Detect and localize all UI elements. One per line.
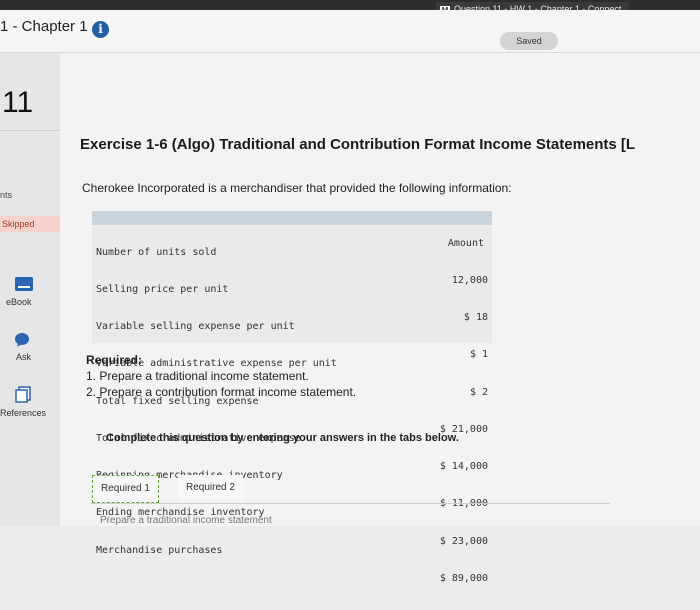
assignment-header: 1 - Chapter 1 i Saved <box>0 10 700 53</box>
references-icon[interactable] <box>14 385 32 408</box>
table-row-amount: $ 18 <box>463 312 488 324</box>
sidebar-item-ask[interactable]: Ask <box>16 352 31 362</box>
exercise-intro: Cherokee Incorporated is a merchandiser … <box>82 181 512 195</box>
table-row-label: Merchandise purchases <box>96 544 223 556</box>
table-row-amount: $ 2 <box>469 386 488 398</box>
table-row-amount: $ 23,000 <box>439 535 488 547</box>
given-data-table: Number of units sold Selling price per u… <box>92 211 492 584</box>
table-row-amount: $ 14,000 <box>439 461 488 473</box>
required-item: 1. Prepare a traditional income statemen… <box>86 369 309 383</box>
complete-instruction: Complete this question by entering your … <box>106 432 459 444</box>
skipped-status-badge: Skipped <box>0 216 60 232</box>
required-heading: Required: <box>86 353 143 367</box>
table-row-label: Selling price per unit <box>96 284 229 296</box>
sidebar-item-ebook[interactable]: eBook <box>6 297 32 307</box>
row-labels-column: Number of units sold Selling price per u… <box>96 222 337 582</box>
tab-content-preview: Prepare a traditional income statement <box>100 515 272 526</box>
tab-strip-divider <box>90 503 610 504</box>
table-row-label: Number of units sold <box>96 246 217 258</box>
info-icon[interactable]: i <box>92 21 109 38</box>
tab-required-1[interactable]: Required 1 <box>92 475 159 503</box>
required-section: Required: 1. Prepare a traditional incom… <box>86 352 356 400</box>
chapter-title: 1 - Chapter 1 <box>0 18 88 35</box>
points-label: nts <box>0 190 13 200</box>
sidebar-item-references[interactable]: References <box>0 408 46 418</box>
amount-column: Amount 12,000 $ 18 $ 1 $ 2 $ 21,000 $ 14… <box>412 213 488 610</box>
tab-required-2[interactable]: Required 2 <box>178 475 243 501</box>
table-row-label: Variable selling expense per unit <box>96 321 295 333</box>
table-row-amount: 12,000 <box>451 275 488 287</box>
divider <box>0 130 60 131</box>
saved-status-badge: Saved <box>500 32 558 50</box>
amount-column-header: Amount <box>447 237 484 249</box>
table-row-amount: $ 11,000 <box>412 498 488 510</box>
table-row-amount: $ 89,000 <box>439 572 488 584</box>
book-icon[interactable] <box>14 276 34 297</box>
required-item: 2. Prepare a contribution format income … <box>86 385 357 399</box>
chat-bubble-icon[interactable] <box>14 332 30 353</box>
table-row-amount: $ 1 <box>469 349 488 361</box>
question-number: 11 <box>2 86 34 119</box>
exercise-title: Exercise 1-6 (Algo) Traditional and Cont… <box>80 136 636 153</box>
